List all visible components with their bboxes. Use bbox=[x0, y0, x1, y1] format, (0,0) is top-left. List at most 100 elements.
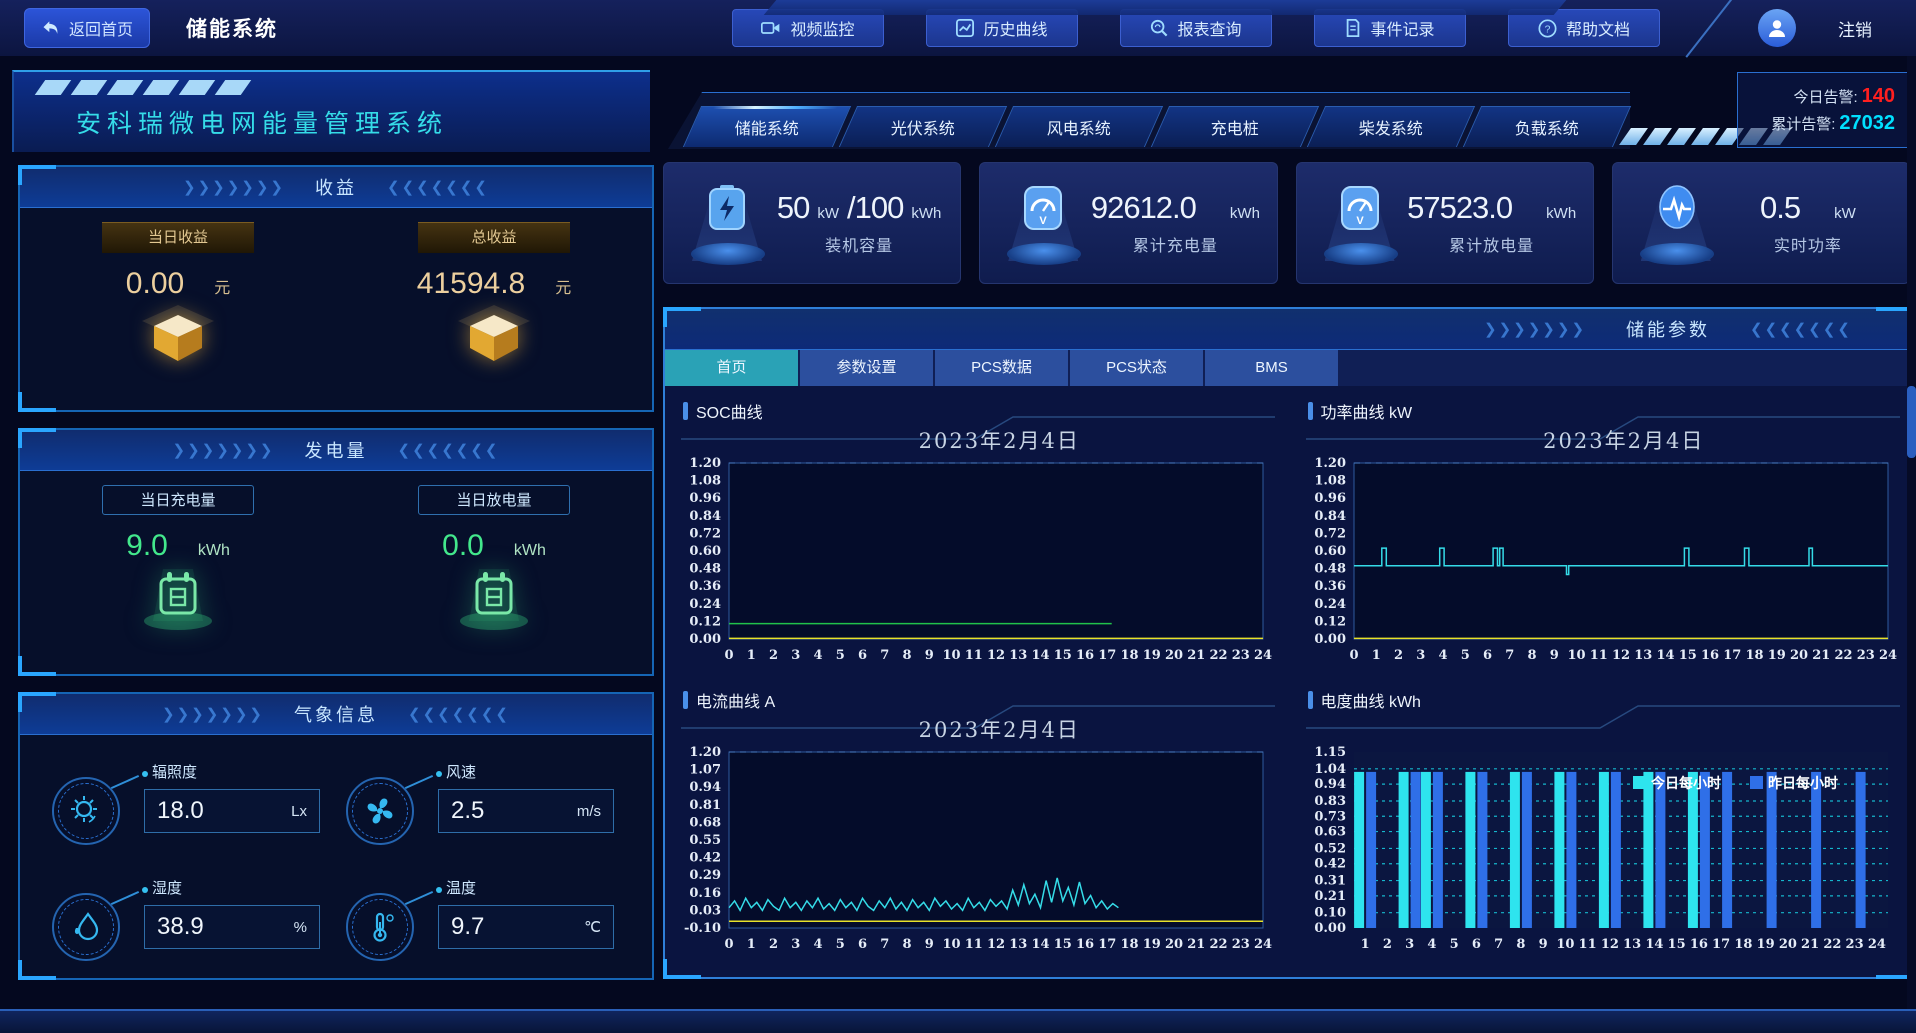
energy-chart-title: 电度曲线 kWh bbox=[1321, 688, 1421, 712]
tab-charging-pile[interactable]: 充电桩 bbox=[1151, 106, 1319, 147]
page-scrollbar-thumb[interactable] bbox=[1907, 386, 1916, 458]
person-icon bbox=[1765, 16, 1789, 40]
svg-text:0.42: 0.42 bbox=[689, 851, 721, 866]
alarm-summary-box: 今日告警: 140 累计告警: 27032 bbox=[1737, 72, 1908, 148]
revenue-panel-header: ❯❯❯❯❯❯❯ 收益 ❮❮❮❮❮❮❮ bbox=[20, 167, 652, 208]
humidity-value-box: 38.9 % bbox=[144, 905, 320, 949]
generation-panel-title: 发电量 bbox=[305, 437, 368, 463]
history-chart-icon bbox=[956, 19, 974, 37]
wind-speed-value: 2.5 bbox=[451, 797, 484, 825]
svg-text:18: 18 bbox=[1734, 937, 1752, 952]
revenue-panel: ❯❯❯❯❯❯❯ 收益 ❮❮❮❮❮❮❮ 当日收益 0.00 元 bbox=[18, 165, 654, 412]
svg-text:0.72: 0.72 bbox=[689, 526, 721, 541]
svg-text:0.63: 0.63 bbox=[1314, 825, 1346, 840]
svg-text:0.21: 0.21 bbox=[1314, 889, 1346, 904]
svg-text:0.84: 0.84 bbox=[689, 509, 721, 524]
svg-text:0.96: 0.96 bbox=[689, 491, 721, 506]
nav-label: 历史曲线 bbox=[983, 16, 1047, 40]
diagonal-divider bbox=[1685, 0, 1732, 58]
svg-text:11: 11 bbox=[965, 937, 983, 952]
tab-pcs-status[interactable]: PCS状态 bbox=[1070, 350, 1203, 386]
total-revenue-value: 41594.8 bbox=[417, 267, 525, 301]
params-tab-row: 首页 参数设置 PCS数据 PCS状态 BMS bbox=[665, 350, 1912, 386]
daily-discharge-value: 0.0 bbox=[442, 529, 484, 563]
wind-speed-label: 风速 bbox=[446, 761, 476, 782]
svg-text:0.36: 0.36 bbox=[1314, 579, 1346, 594]
svg-text:17: 17 bbox=[1723, 648, 1741, 663]
pulse-icon bbox=[1653, 183, 1701, 233]
soc-chart-date: 2023年2月4日 bbox=[729, 425, 1270, 455]
tab-wind-power[interactable]: 风电系统 bbox=[995, 106, 1163, 147]
daily-revenue-value: 0.00 bbox=[126, 267, 184, 301]
svg-text:5: 5 bbox=[836, 937, 845, 952]
irradiance-value-box: 18.0 Lx bbox=[144, 789, 320, 833]
tab-energy-storage[interactable]: 储能系统 bbox=[683, 106, 851, 147]
chevrons-right-icon: ❯❯❯❯❯❯❯ bbox=[1484, 320, 1586, 338]
logo-box: 安科瑞微电网能量管理系统 bbox=[12, 70, 650, 152]
weather-panel: ❯❯❯❯❯❯❯ 气象信息 ❮❮❮❮❮❮❮ bbox=[18, 692, 654, 980]
power-chart-date: 2023年2月4日 bbox=[1354, 425, 1895, 455]
page-title: 储能系统 bbox=[186, 13, 278, 43]
page-scrollbar-track[interactable] bbox=[1907, 56, 1916, 1011]
svg-text:0.72: 0.72 bbox=[1314, 526, 1346, 541]
svg-text:4: 4 bbox=[1438, 648, 1447, 663]
daily-charge-value: 9.0 bbox=[126, 529, 168, 563]
svg-text:4: 4 bbox=[813, 648, 822, 663]
svg-text:1.08: 1.08 bbox=[1314, 474, 1346, 489]
stat-card-total-charge: V 92612.0 kWh 累计充电量 bbox=[979, 162, 1277, 284]
energy-bar-chart: 电度曲线 kWh 1.151.040.940.830.730.630.520.4… bbox=[1298, 682, 1905, 971]
svg-text:0.00: 0.00 bbox=[1314, 632, 1346, 647]
top-bar: 返回首页 储能系统 视频监控 历史曲线 bbox=[0, 0, 1916, 56]
svg-text:V: V bbox=[1040, 215, 1048, 227]
daily-discharge-unit: kWh bbox=[514, 542, 546, 560]
svg-text:0: 0 bbox=[1349, 648, 1358, 663]
svg-text:1: 1 bbox=[747, 648, 756, 663]
tab-diesel-gen[interactable]: 柴发系统 bbox=[1307, 106, 1475, 147]
svg-text:0.31: 0.31 bbox=[1314, 874, 1346, 889]
tab-load-system[interactable]: 负载系统 bbox=[1463, 106, 1631, 147]
svg-text:3: 3 bbox=[1416, 648, 1425, 663]
stat-card-row: 50 kW /100 kWh 装机容量 V 926 bbox=[663, 162, 1910, 284]
humidity-value: 38.9 bbox=[157, 913, 204, 941]
chevrons-left-icon: ❮❮❮❮❮❮❮ bbox=[1750, 320, 1852, 338]
svg-text:0.10: 0.10 bbox=[1314, 906, 1346, 921]
daily-revenue-label: 当日收益 bbox=[102, 222, 254, 253]
svg-text:16: 16 bbox=[1076, 648, 1094, 663]
svg-text:15: 15 bbox=[1667, 937, 1685, 952]
current-chart-plot: 1.201.070.940.810.680.550.420.290.160.03… bbox=[673, 742, 1273, 970]
svg-text:2: 2 bbox=[1393, 648, 1402, 663]
svg-text:6: 6 bbox=[858, 937, 867, 952]
svg-text:14: 14 bbox=[1645, 937, 1663, 952]
charts-grid: SOC曲线 2023年2月4日 1.201.080.960.840.720.60… bbox=[673, 393, 1904, 971]
tab-param-settings[interactable]: 参数设置 bbox=[800, 350, 933, 386]
svg-text:21: 21 bbox=[1187, 648, 1205, 663]
tab-bms[interactable]: BMS bbox=[1205, 350, 1338, 386]
svg-text:0.00: 0.00 bbox=[689, 632, 721, 647]
user-avatar[interactable] bbox=[1758, 9, 1796, 47]
total-revenue-label: 总收益 bbox=[418, 222, 570, 253]
temperature-value-box: 9.7 ℃ bbox=[438, 905, 614, 949]
stat-card-realtime-power: 0.5 kW 实时功率 bbox=[1612, 162, 1910, 284]
svg-text:8: 8 bbox=[902, 937, 911, 952]
svg-text:8: 8 bbox=[902, 648, 911, 663]
svg-text:12: 12 bbox=[987, 937, 1005, 952]
logout-button[interactable]: 注销 bbox=[1838, 16, 1872, 41]
tab-photovoltaic[interactable]: 光伏系统 bbox=[839, 106, 1007, 147]
svg-text:0: 0 bbox=[724, 648, 733, 663]
chevrons-right-icon: ❯❯❯❯❯❯❯ bbox=[162, 705, 264, 723]
svg-text:16: 16 bbox=[1076, 937, 1094, 952]
svg-text:1.07: 1.07 bbox=[689, 763, 721, 778]
section-bar-icon bbox=[683, 691, 688, 709]
humidity-unit: % bbox=[294, 919, 307, 936]
svg-text:10: 10 bbox=[1556, 937, 1574, 952]
soc-chart-plot: 1.201.080.960.840.720.600.480.360.240.12… bbox=[673, 453, 1273, 681]
tab-pcs-data[interactable]: PCS数据 bbox=[935, 350, 1068, 386]
energy-chart-plot: 1.151.040.940.830.730.630.520.420.310.21… bbox=[1298, 742, 1898, 970]
power-chart-plot: 1.201.080.960.840.720.600.480.360.240.12… bbox=[1298, 453, 1898, 681]
svg-text:12: 12 bbox=[987, 648, 1005, 663]
back-home-button[interactable]: 返回首页 bbox=[24, 8, 150, 48]
svg-text:1: 1 bbox=[747, 937, 756, 952]
svg-text:10: 10 bbox=[1567, 648, 1585, 663]
svg-text:-0.10: -0.10 bbox=[684, 921, 721, 936]
tab-home[interactable]: 首页 bbox=[665, 350, 798, 386]
